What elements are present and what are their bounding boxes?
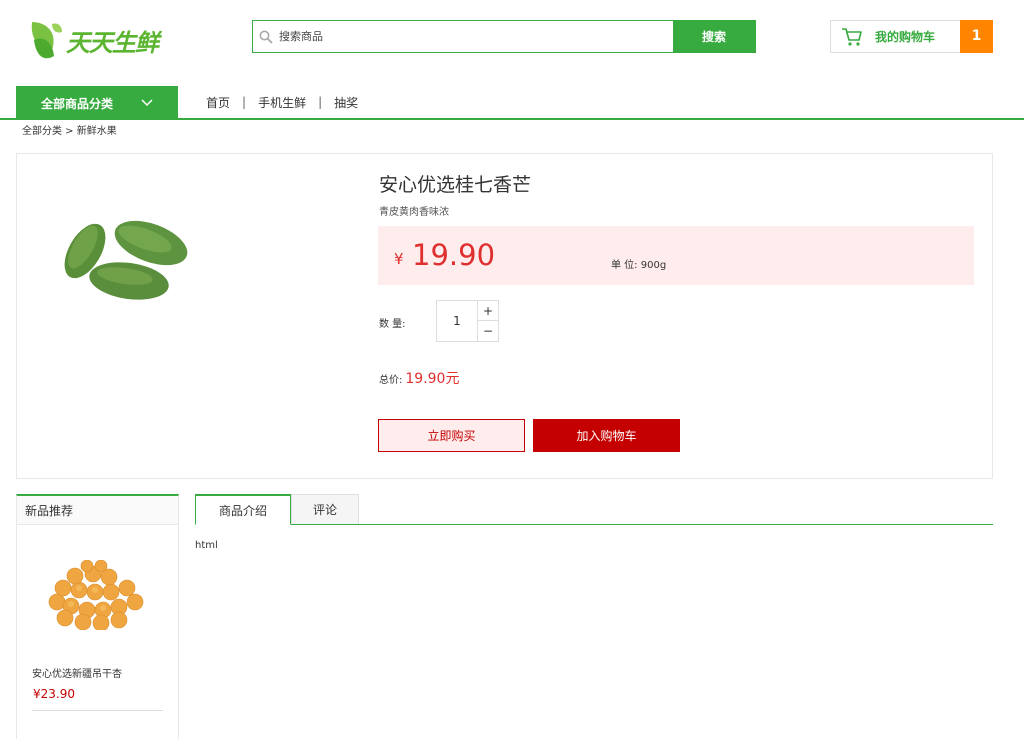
add-to-cart-button[interactable]: 加入购物车 (533, 419, 680, 452)
product-price: 19.90 (412, 238, 496, 272)
leaf-logo-icon (31, 22, 62, 59)
nav-link-home[interactable]: 首页 (206, 94, 230, 111)
tab-content: html (195, 540, 218, 551)
price-currency: ¥ (394, 250, 404, 268)
recommend-item-name[interactable]: 安心优选新疆吊干杏 (32, 665, 122, 680)
product-image (64, 220, 188, 300)
search-input[interactable] (279, 21, 673, 52)
shopping-cart-icon (841, 27, 863, 47)
site-logo[interactable]: 天天生鲜 (28, 14, 159, 66)
site-header: 天天生鲜 搜索 我的购物车 1 (0, 0, 1024, 75)
product-title: 安心优选桂七香芒 (379, 174, 532, 196)
search-button[interactable]: 搜索 (673, 21, 755, 52)
buy-now-button[interactable]: 立即购买 (378, 419, 525, 452)
search-bar: 搜索 (252, 20, 756, 53)
nav-links: 首页 | 手机生鲜 | 抽奖 (206, 86, 358, 118)
logo-text: 天天生鲜 (66, 28, 159, 57)
nav-separator: | (318, 95, 323, 109)
recommend-title: 新品推荐 (17, 496, 178, 525)
quantity-minus-button[interactable]: − (478, 321, 498, 341)
detail-tabs: 商品介绍 评论 (195, 494, 993, 525)
nav-separator: | (242, 95, 247, 109)
cart-label: 我的购物车 (875, 30, 936, 44)
total-value: 19.90元 (405, 371, 460, 387)
product-panel: 安心优选桂七香芒 青皮黄肉香味浓 ¥ 19.90 单 位: 900g 数 量: … (16, 153, 993, 479)
recommend-item-price: ¥23.90 (33, 687, 75, 701)
quantity-label: 数 量: (379, 319, 406, 330)
quantity-stepper: + − (436, 300, 499, 342)
chevron-down-icon (141, 99, 153, 107)
quantity-input[interactable] (437, 301, 478, 341)
total-price: 总价: 19.90元 (379, 368, 459, 388)
cart-count-badge: 1 (960, 19, 993, 53)
divider (32, 710, 163, 711)
tab-product-intro[interactable]: 商品介绍 (195, 494, 291, 525)
all-categories-label: 全部商品分类 (40, 96, 113, 111)
price-box: ¥ 19.90 单 位: 900g (378, 226, 974, 285)
recommend-item-image[interactable] (43, 560, 153, 630)
main-nav: 全部商品分类 首页 | 手机生鲜 | 抽奖 (0, 86, 1024, 120)
new-recommend-panel: 新品推荐 安心优选新疆吊干杏 ¥23.90 (16, 494, 179, 739)
breadcrumb[interactable]: 全部分类 > 新鲜水果 (22, 122, 117, 137)
product-unit: 单 位: 900g (611, 260, 667, 271)
tab-comments[interactable]: 评论 (291, 494, 359, 524)
cart-button[interactable]: 我的购物车 1 (830, 19, 993, 53)
nav-link-mobile-fresh[interactable]: 手机生鲜 (258, 94, 306, 111)
product-subtitle: 青皮黄肉香味浓 (379, 207, 449, 218)
nav-link-lottery[interactable]: 抽奖 (334, 94, 358, 111)
search-icon (253, 21, 279, 52)
total-label: 总价: (379, 375, 403, 386)
all-categories-button[interactable]: 全部商品分类 (16, 86, 178, 120)
quantity-plus-button[interactable]: + (478, 301, 498, 321)
